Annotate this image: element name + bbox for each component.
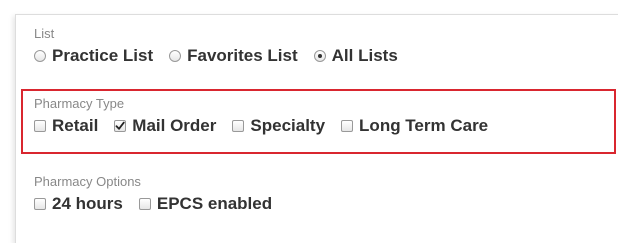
radio-label: Practice List xyxy=(52,46,154,65)
checkbox-icon[interactable] xyxy=(341,120,354,132)
radio-button-icon[interactable] xyxy=(34,50,46,62)
checkbox-label: 24 hours xyxy=(52,194,123,213)
checkbox-mail-order[interactable]: Mail Order xyxy=(114,116,216,136)
checkbox-label: Specialty xyxy=(250,116,326,135)
radio-dot-icon xyxy=(317,54,322,58)
radio-label: Favorites List xyxy=(187,46,298,65)
pharmacy-options-section: Pharmacy Options 24 hours EPCS enabled xyxy=(34,174,618,214)
checkmark-icon xyxy=(115,121,125,130)
list-radio-group: Practice List Favorites List All Lists xyxy=(34,46,618,66)
pharmacy-type-section: Pharmacy Type Retail Mail Order Specialt… xyxy=(34,96,618,136)
pharmacy-type-label: Pharmacy Type xyxy=(34,96,125,111)
checkbox-retail[interactable]: Retail xyxy=(34,116,98,136)
checkbox-icon[interactable] xyxy=(138,198,151,210)
checkbox-long-term-care[interactable]: Long Term Care xyxy=(341,116,488,136)
list-section-label: List xyxy=(34,26,55,41)
pharmacy-options-label: Pharmacy Options xyxy=(34,174,141,189)
pharmacy-options-checkbox-group: 24 hours EPCS enabled xyxy=(34,194,618,214)
list-section: List Practice List Favorites List All Li… xyxy=(34,26,618,66)
radio-favorites-list[interactable]: Favorites List xyxy=(169,46,298,66)
checkbox-label: Long Term Care xyxy=(359,116,489,135)
radio-label: All Lists xyxy=(331,46,398,65)
checkbox-icon[interactable] xyxy=(34,120,46,132)
radio-all-lists[interactable]: All Lists xyxy=(313,46,398,66)
checkbox-icon[interactable] xyxy=(232,120,245,132)
checkbox-label: Mail Order xyxy=(132,116,217,135)
checkbox-checked-icon[interactable] xyxy=(114,120,127,132)
checkbox-24-hours[interactable]: 24 hours xyxy=(34,194,123,214)
checkbox-icon[interactable] xyxy=(34,198,46,210)
checkbox-specialty[interactable]: Specialty xyxy=(232,116,325,136)
radio-practice-list[interactable]: Practice List xyxy=(34,46,153,66)
radio-button-selected-icon[interactable] xyxy=(313,50,326,62)
pharmacy-type-checkbox-group: Retail Mail Order Specialty Long Term Ca… xyxy=(34,116,618,136)
checkbox-label: EPCS enabled xyxy=(156,194,273,213)
radio-button-icon[interactable] xyxy=(169,50,182,62)
checkbox-label: Retail xyxy=(52,116,99,135)
checkbox-epcs-enabled[interactable]: EPCS enabled xyxy=(138,194,273,214)
